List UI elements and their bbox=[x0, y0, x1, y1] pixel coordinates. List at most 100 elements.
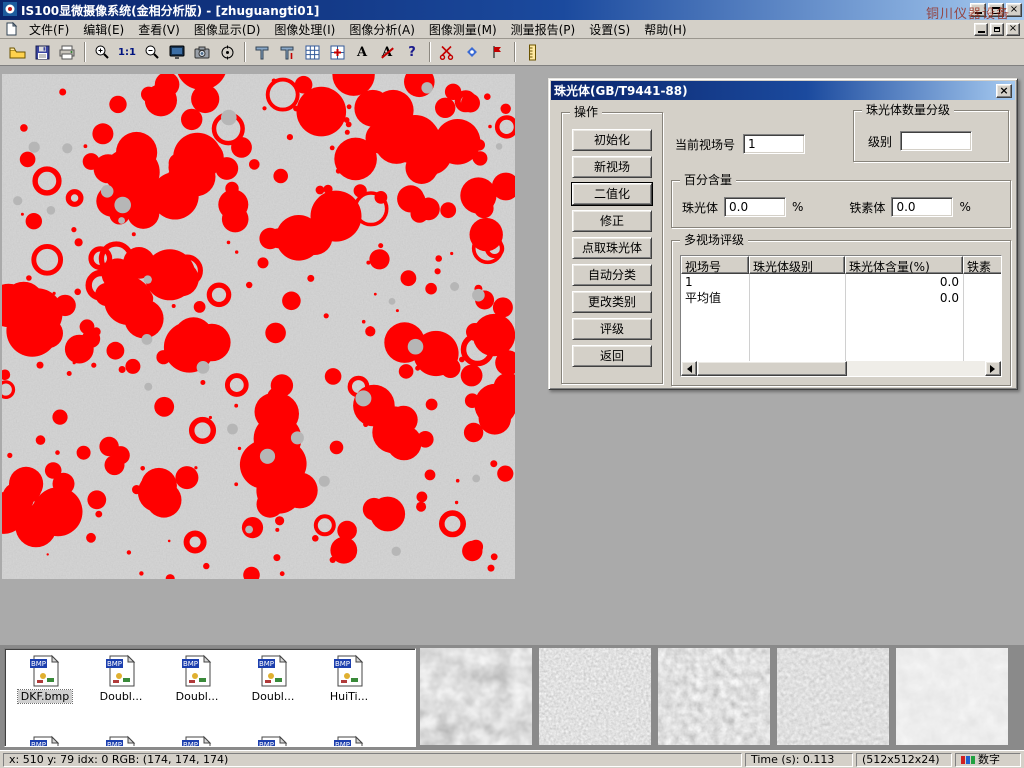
file-item-partial[interactable]: BMP bbox=[7, 735, 83, 747]
grade-group: 珠光体数量分级 级别 bbox=[853, 110, 1009, 162]
svg-text:BMP: BMP bbox=[31, 741, 46, 747]
menu-item-5[interactable]: 图像处理(I) bbox=[267, 19, 342, 40]
file-item-5[interactable]: BMPHuiTi... bbox=[311, 654, 387, 703]
specimen-image[interactable] bbox=[2, 74, 515, 579]
actual-size-icon[interactable]: 1:1 bbox=[115, 41, 139, 63]
font-strike-icon[interactable]: A bbox=[375, 41, 399, 63]
file-list[interactable]: BMPDKF.bmpBMPDoubl...BMPDoubl...BMPDoubl… bbox=[4, 648, 416, 747]
table-cell bbox=[963, 290, 1001, 306]
table-cell bbox=[749, 290, 845, 306]
operation-button-3[interactable]: 二值化 bbox=[572, 183, 652, 205]
menu-item-7[interactable]: 图像测量(M) bbox=[422, 19, 504, 40]
grade-input[interactable] bbox=[900, 131, 972, 151]
dialog-close-button[interactable]: × bbox=[996, 84, 1012, 98]
pearlite-label: 珠光体 bbox=[682, 199, 718, 216]
marker-icon[interactable] bbox=[460, 41, 484, 63]
specimen-thumbnail-3[interactable] bbox=[658, 648, 770, 745]
ferrite-label: 铁素体 bbox=[849, 199, 885, 216]
operation-button-1[interactable]: 初始化 bbox=[572, 129, 652, 151]
grid-icon[interactable] bbox=[300, 41, 324, 63]
minimize-button[interactable] bbox=[970, 3, 986, 17]
screen-icon[interactable] bbox=[165, 41, 189, 63]
mode-label: 数字 bbox=[978, 754, 1000, 766]
scroll-right-button[interactable] bbox=[985, 361, 1001, 376]
file-item-partial[interactable]: BMP bbox=[83, 735, 159, 747]
cut-icon[interactable] bbox=[435, 41, 459, 63]
grade-label: 级别 bbox=[868, 133, 892, 150]
file-item-partial[interactable]: BMP bbox=[235, 735, 311, 747]
specimen-thumbnail-4[interactable] bbox=[777, 648, 889, 745]
mdi-restore-button[interactable] bbox=[990, 23, 1004, 36]
table-row[interactable]: 10.0 bbox=[681, 274, 1001, 290]
camera-icon[interactable] bbox=[190, 41, 214, 63]
caliper-icon[interactable] bbox=[250, 41, 274, 63]
print-icon[interactable] bbox=[55, 41, 79, 63]
menu-item-1[interactable]: 文件(F) bbox=[22, 19, 76, 40]
specimen-thumbnail-1[interactable] bbox=[420, 648, 532, 745]
image-size-status: (512x512x24) bbox=[856, 753, 952, 767]
svg-text:BMP: BMP bbox=[183, 660, 198, 668]
operation-button-9[interactable]: 返回 bbox=[572, 345, 652, 367]
target-icon[interactable] bbox=[215, 41, 239, 63]
table-row[interactable]: 平均值0.0 bbox=[681, 290, 1001, 306]
operation-button-2[interactable]: 新视场 bbox=[572, 156, 652, 178]
table-horizontal-scrollbar[interactable] bbox=[681, 361, 1001, 376]
menu-item-9[interactable]: 设置(S) bbox=[582, 19, 637, 40]
operation-group: 操作 初始化新视场二值化修正点取珠光体自动分类更改类别评级返回 bbox=[561, 112, 663, 384]
operation-button-5[interactable]: 点取珠光体 bbox=[572, 237, 652, 259]
pearlite-input[interactable] bbox=[724, 197, 786, 217]
close-button[interactable]: × bbox=[1006, 3, 1022, 17]
menu-item-4[interactable]: 图像显示(D) bbox=[187, 19, 268, 40]
scroll-left-button[interactable] bbox=[681, 361, 697, 376]
file-item-partial[interactable]: BMP bbox=[311, 735, 387, 747]
document-icon[interactable] bbox=[4, 22, 18, 36]
svg-text:BMP: BMP bbox=[31, 660, 46, 668]
table-column-header-3[interactable]: 珠光体含量(%) bbox=[845, 256, 963, 274]
file-item-1[interactable]: BMPDKF.bmp bbox=[7, 654, 83, 703]
save-icon[interactable] bbox=[30, 41, 54, 63]
flag-icon[interactable] bbox=[485, 41, 509, 63]
operation-button-4[interactable]: 修正 bbox=[572, 210, 652, 232]
mdi-minimize-button[interactable] bbox=[974, 23, 988, 36]
specimen-thumbnail-5[interactable] bbox=[896, 648, 1008, 745]
menu-item-2[interactable]: 编辑(E) bbox=[76, 19, 131, 40]
menu-item-8[interactable]: 测量报告(P) bbox=[504, 19, 583, 40]
operation-button-8[interactable]: 评级 bbox=[572, 318, 652, 340]
file-item-3[interactable]: BMPDoubl... bbox=[159, 654, 235, 703]
mdi-window-controls: × bbox=[974, 23, 1022, 36]
operation-button-7[interactable]: 更改类别 bbox=[572, 291, 652, 313]
menu-item-10[interactable]: 帮助(H) bbox=[637, 19, 693, 40]
bmp-file-icon: BMP bbox=[256, 654, 290, 688]
menu-item-3[interactable]: 查看(V) bbox=[131, 19, 187, 40]
caliper-arrow-icon[interactable] bbox=[275, 41, 299, 63]
table-column-header-1[interactable]: 视场号 bbox=[681, 256, 749, 274]
scrollbar-thumb[interactable] bbox=[697, 361, 847, 376]
ferrite-input[interactable] bbox=[891, 197, 953, 217]
zoom-out-icon[interactable] bbox=[140, 41, 164, 63]
file-item-2[interactable]: BMPDoubl... bbox=[83, 654, 159, 703]
open-icon[interactable] bbox=[5, 41, 29, 63]
ruler-icon[interactable] bbox=[520, 41, 544, 63]
help-icon[interactable]: ? bbox=[400, 41, 424, 63]
table-column-header-2[interactable]: 珠光体级别 bbox=[749, 256, 845, 274]
specimen-thumbnail-2[interactable] bbox=[539, 648, 651, 745]
thumbnail-strip bbox=[420, 648, 1008, 745]
menu-bar: 文件(F)编辑(E)查看(V)图像显示(D)图像处理(I)图像分析(A)图像测量… bbox=[0, 20, 1024, 39]
zoom-in-icon[interactable] bbox=[90, 41, 114, 63]
table-column-header-4[interactable]: 铁素 bbox=[963, 256, 1001, 274]
table-cell: 0.0 bbox=[845, 274, 963, 290]
mdi-close-button[interactable]: × bbox=[1006, 23, 1020, 36]
operation-button-6[interactable]: 自动分类 bbox=[572, 264, 652, 286]
grid-add-icon[interactable] bbox=[325, 41, 349, 63]
menu-item-6[interactable]: 图像分析(A) bbox=[342, 19, 422, 40]
current-field-input[interactable] bbox=[743, 134, 805, 154]
dialog-title-bar[interactable]: 珠光体(GB/T9441-88) × bbox=[551, 81, 1015, 100]
font-icon[interactable]: A bbox=[350, 41, 374, 63]
svg-text:BMP: BMP bbox=[335, 660, 350, 668]
pearlite-dialog: 珠光体(GB/T9441-88) × 操作 初始化新视场二值化修正点取珠光体自动… bbox=[548, 78, 1018, 390]
maximize-button[interactable] bbox=[988, 3, 1004, 17]
operation-buttons: 初始化新视场二值化修正点取珠光体自动分类更改类别评级返回 bbox=[562, 113, 662, 367]
file-item-4[interactable]: BMPDoubl... bbox=[235, 654, 311, 703]
file-item-partial[interactable]: BMP bbox=[159, 735, 235, 747]
scrollbar-track[interactable] bbox=[847, 361, 985, 376]
